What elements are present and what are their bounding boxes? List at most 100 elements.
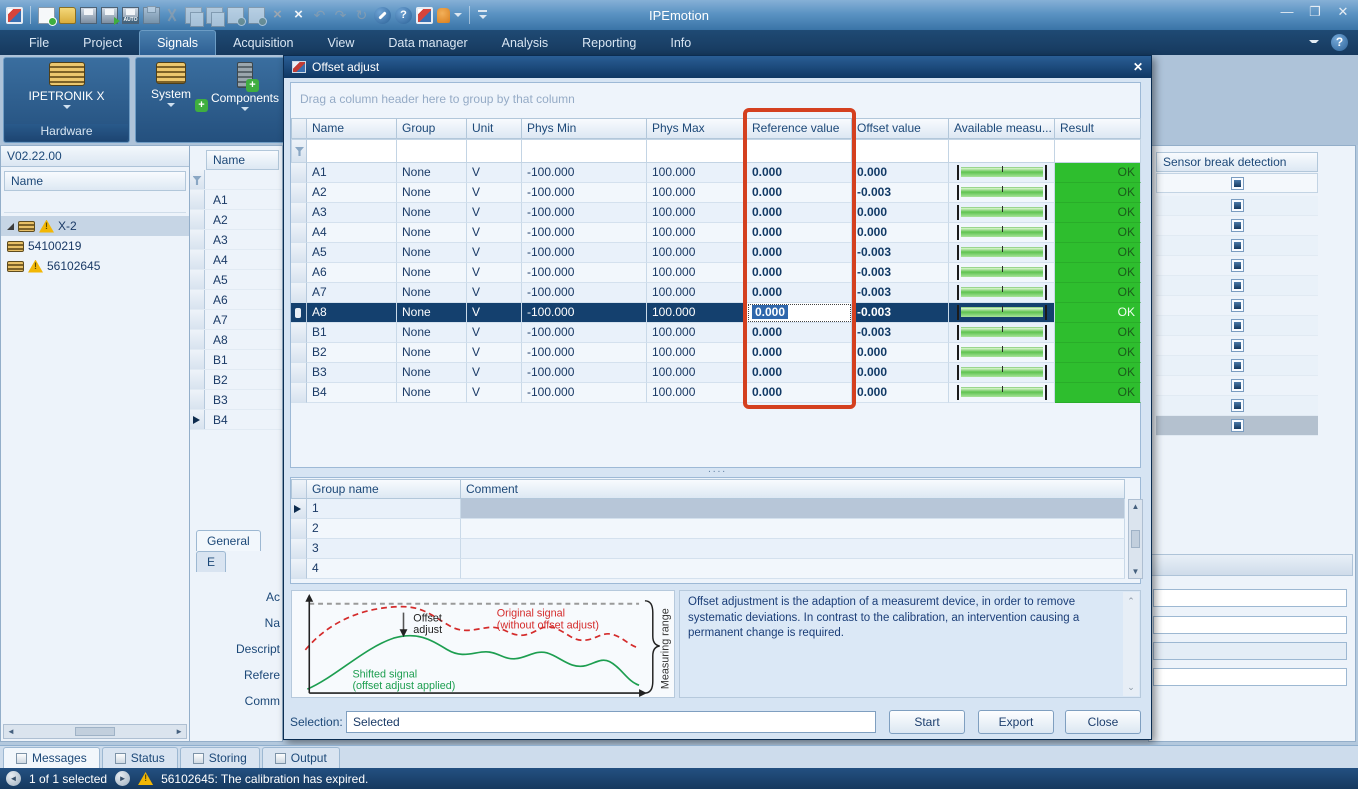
tree-horizontal-scrollbar[interactable]: ◄ ► xyxy=(3,724,187,739)
cell-reference-value[interactable]: 0.000 xyxy=(747,323,852,343)
cell-unit[interactable]: V xyxy=(467,283,522,303)
filter-cell[interactable] xyxy=(1055,139,1141,163)
cell-unit[interactable]: V xyxy=(467,383,522,403)
group-table-scrollbar[interactable]: ▲ ▼ xyxy=(1128,499,1143,579)
cell-phys-min[interactable]: -100.000 xyxy=(522,223,647,243)
cell-phys-min[interactable]: -100.000 xyxy=(522,323,647,343)
cell-group-name[interactable]: 4 xyxy=(307,559,461,579)
sensor-break-row[interactable] xyxy=(1156,256,1318,276)
cell-reference-value[interactable]: 0.000 xyxy=(747,263,852,283)
column-header-reference[interactable]: Reference value xyxy=(747,118,852,139)
bottom-tab[interactable]: Output xyxy=(262,747,340,768)
row-selector[interactable] xyxy=(190,370,205,389)
cell-offset-value[interactable]: 0.000 xyxy=(852,383,949,403)
signal-row[interactable]: B3 None V -100.000 100.000 0.000 0.000 O… xyxy=(291,363,1141,383)
filter-cell[interactable] xyxy=(852,139,949,163)
checkbox-icon[interactable] xyxy=(1231,177,1244,190)
checkbox-icon[interactable] xyxy=(1231,379,1244,392)
tree-item[interactable]: 56102645 xyxy=(1,256,189,276)
cell-phys-max[interactable]: 100.000 xyxy=(647,303,747,323)
cell-phys-min[interactable]: -100.000 xyxy=(522,383,647,403)
row-selector[interactable] xyxy=(291,539,307,559)
bottom-tab[interactable]: Storing xyxy=(180,747,260,768)
cell-group[interactable]: None xyxy=(397,383,467,403)
cell-offset-value[interactable]: -0.003 xyxy=(852,243,949,263)
cell-unit[interactable]: V xyxy=(467,163,522,183)
cell-name[interactable]: A2 xyxy=(307,183,397,203)
column-header-phys-max[interactable]: Phys Max xyxy=(647,118,747,139)
cell-unit[interactable]: V xyxy=(467,263,522,283)
cell-phys-max[interactable]: 100.000 xyxy=(647,263,747,283)
print-icon[interactable] xyxy=(143,7,160,24)
tree-filter-row[interactable] xyxy=(4,191,186,213)
system-button[interactable]: System xyxy=(141,62,201,107)
sensor-break-row[interactable] xyxy=(1156,236,1318,256)
cell-comment[interactable] xyxy=(461,539,1125,559)
row-selector[interactable] xyxy=(291,163,307,183)
row-selector[interactable] xyxy=(291,263,307,283)
cell-unit[interactable]: V xyxy=(467,203,522,223)
signal-row[interactable]: A4 xyxy=(190,250,282,270)
row-selector[interactable] xyxy=(291,383,307,403)
cell-reference-value[interactable]: 0.000 xyxy=(747,343,852,363)
cell-unit[interactable]: V xyxy=(467,363,522,383)
tree-name-column-header[interactable]: Name xyxy=(4,171,186,191)
scroll-thumb[interactable] xyxy=(75,727,115,736)
sensor-break-row[interactable] xyxy=(1156,416,1318,436)
menubar-help-icon[interactable]: ? xyxy=(1331,34,1348,51)
row-selector[interactable] xyxy=(190,230,205,249)
checkbox-icon[interactable] xyxy=(1231,279,1244,292)
refresh-icon[interactable]: ↻ xyxy=(353,7,370,24)
cell-group-name[interactable]: 1 xyxy=(307,499,461,519)
cell-reference-value[interactable]: 0.000 xyxy=(747,283,852,303)
next-message-icon[interactable]: ► xyxy=(115,771,130,786)
scroll-left-icon[interactable]: ◄ xyxy=(7,727,15,736)
cell-phys-min[interactable]: -100.000 xyxy=(522,263,647,283)
scroll-down-icon[interactable]: ⌄ xyxy=(1127,681,1135,693)
bottom-tab[interactable]: Status xyxy=(102,747,178,768)
cell-name[interactable]: B3 xyxy=(307,363,397,383)
checkbox-icon[interactable] xyxy=(1231,359,1244,372)
tree-item[interactable]: 54100219 xyxy=(1,236,189,256)
signal-row[interactable]: A6 None V -100.000 100.000 0.000 -0.003 … xyxy=(291,263,1141,283)
group-row[interactable]: 3 xyxy=(291,539,1125,559)
column-header-phys-min[interactable]: Phys Min xyxy=(522,118,647,139)
description-scrollbar[interactable]: ⌃ ⌄ xyxy=(1123,592,1139,696)
properties-tab[interactable]: General xyxy=(196,530,261,551)
signal-row[interactable]: A8 xyxy=(190,330,282,350)
row-selector[interactable] xyxy=(291,303,307,323)
start-button[interactable]: Start xyxy=(889,710,965,734)
name-field[interactable] xyxy=(1153,589,1347,607)
row-selector[interactable] xyxy=(190,310,205,329)
cell-phys-max[interactable]: 100.000 xyxy=(647,383,747,403)
checkbox-icon[interactable] xyxy=(1231,259,1244,272)
splitter-handle[interactable]: ∙∙∙∙ xyxy=(284,466,1151,477)
cell-phys-min[interactable]: -100.000 xyxy=(522,363,647,383)
cell-phys-min[interactable]: -100.000 xyxy=(522,243,647,263)
cell-unit[interactable]: V xyxy=(467,243,522,263)
row-selector[interactable] xyxy=(291,499,307,519)
signal-row[interactable]: B4 xyxy=(190,410,282,430)
sensor-break-row[interactable] xyxy=(1156,196,1318,216)
signal-row[interactable]: B2 None V -100.000 100.000 0.000 0.000 O… xyxy=(291,343,1141,363)
sensor-break-row[interactable] xyxy=(1156,216,1318,236)
cell-reference-value[interactable]: 0.000 xyxy=(747,183,852,203)
help-icon[interactable]: ? xyxy=(395,7,412,24)
checkbox-icon[interactable] xyxy=(1231,239,1244,252)
cell-unit[interactable]: V xyxy=(467,343,522,363)
cell-reference-value[interactable]: 0.000 xyxy=(747,243,852,263)
cell-phys-max[interactable]: 100.000 xyxy=(647,223,747,243)
cell-name[interactable]: A8 xyxy=(307,303,397,323)
export-icon[interactable] xyxy=(248,7,265,24)
row-selector[interactable] xyxy=(190,210,205,229)
cell-group[interactable]: None xyxy=(397,243,467,263)
ipetronik-x-button[interactable]: IPETRONIK X xyxy=(4,62,129,109)
column-header-available[interactable]: Available measu... xyxy=(949,118,1055,139)
sensor-break-column-header[interactable]: Sensor break detection xyxy=(1156,152,1318,172)
signal-row[interactable]: A5 None V -100.000 100.000 0.000 -0.003 … xyxy=(291,243,1141,263)
open-file-icon[interactable] xyxy=(59,7,76,24)
signal-row[interactable]: A4 None V -100.000 100.000 0.000 0.000 O… xyxy=(291,223,1141,243)
sensor-filter-cell[interactable] xyxy=(1156,173,1318,193)
cell-phys-max[interactable]: 100.000 xyxy=(647,183,747,203)
column-header-result[interactable]: Result xyxy=(1055,118,1141,139)
